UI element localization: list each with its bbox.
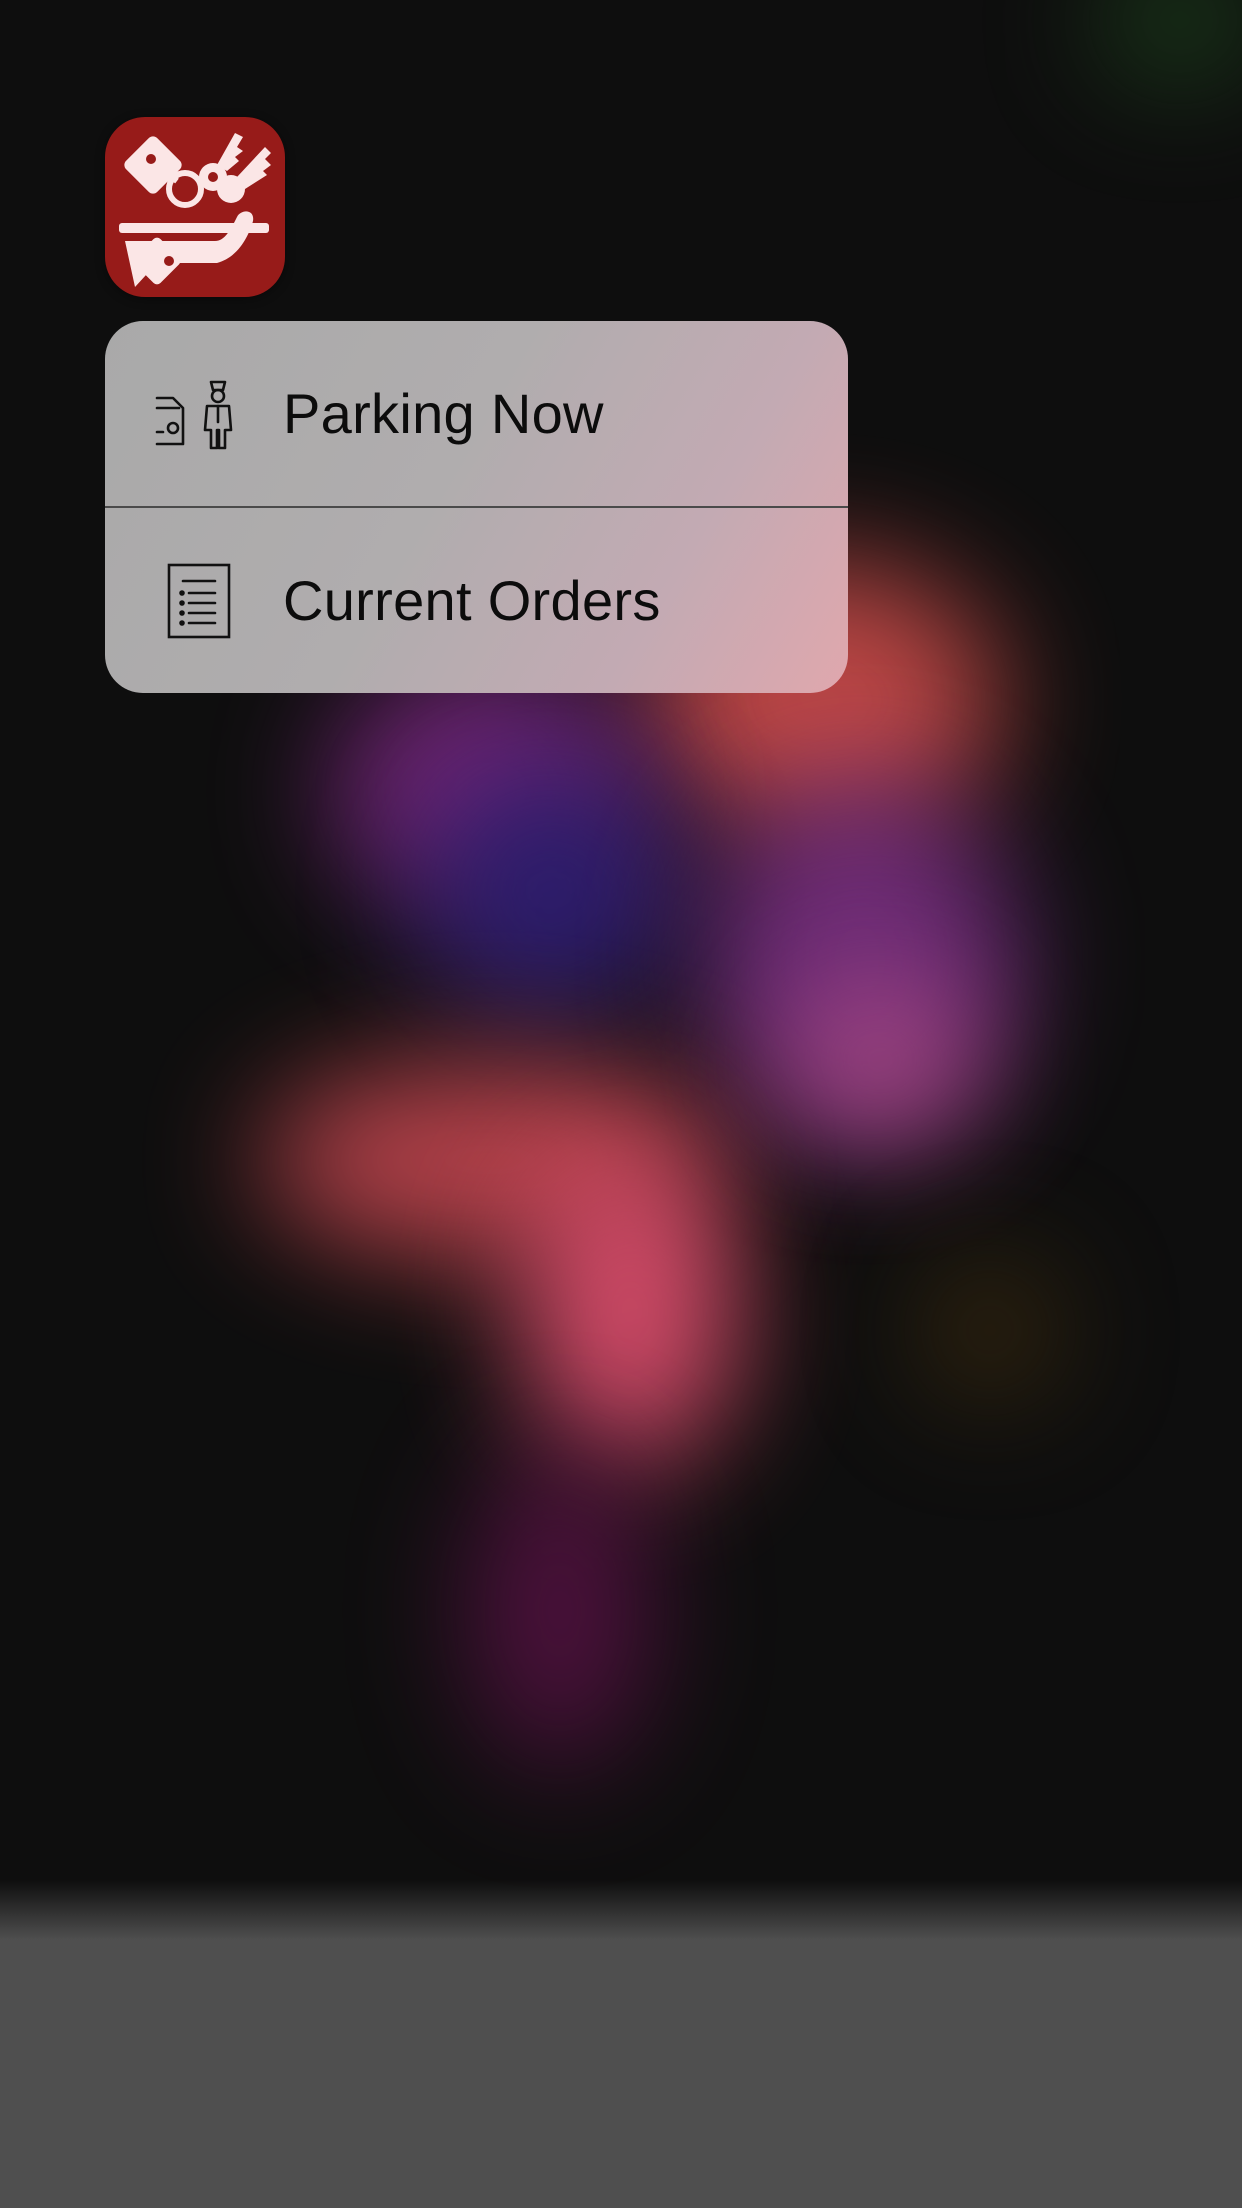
quick-action-parking-now[interactable]: Parking Now xyxy=(105,321,848,506)
valet-car-icon xyxy=(153,372,237,456)
valet-parking-app-icon[interactable] xyxy=(105,117,285,297)
home-screen: Parking Now Current Orders xyxy=(0,0,1242,2208)
quick-action-current-orders[interactable]: Current Orders xyxy=(105,508,848,693)
order-list-icon xyxy=(153,559,237,643)
dock-blurred xyxy=(0,1880,1242,2208)
parking-now-label: Parking Now xyxy=(283,382,604,445)
keys-and-hand-icon xyxy=(119,133,271,287)
quick-actions-menu: Parking Now Current Orders xyxy=(105,321,848,693)
current-orders-label: Current Orders xyxy=(283,569,661,632)
